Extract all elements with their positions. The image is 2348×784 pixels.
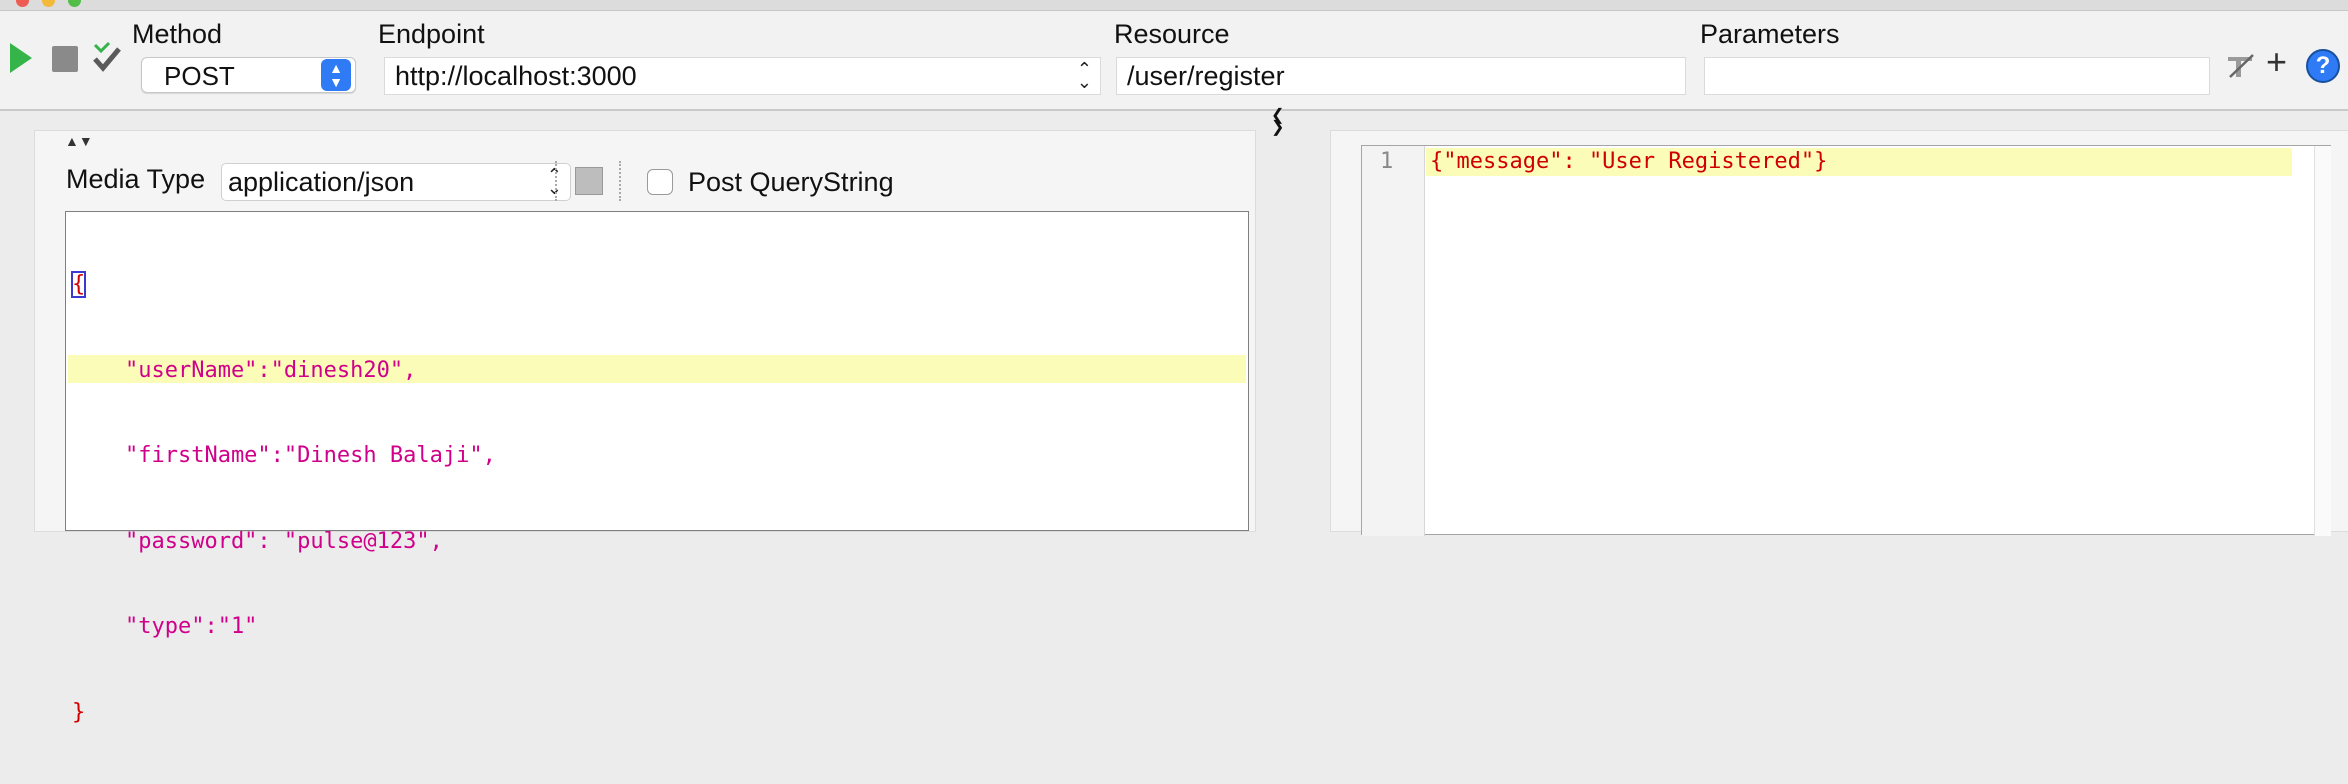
request-body-editor[interactable]: { "userName":"dinesh20", "firstName":"Di… xyxy=(65,211,1249,725)
response-viewer[interactable]: 1 {"message": "User Registered"} xyxy=(1361,145,2331,536)
response-panel: 1 {"message": "User Registered"} xyxy=(1330,130,2348,536)
code-line: "password": "pulse@123", xyxy=(72,528,443,554)
post-querystring-label: Post QueryString xyxy=(688,167,894,197)
divider xyxy=(619,161,621,201)
splitter-collapse-icon[interactable]: ❮ ❯ xyxy=(1271,108,1284,136)
zoom-window-button[interactable] xyxy=(68,0,81,7)
close-window-button[interactable] xyxy=(16,0,29,7)
add-icon[interactable]: + xyxy=(2266,41,2287,83)
resource-label: Resource xyxy=(1114,19,1230,49)
method-dropdown-icon: ▲ ▼ xyxy=(321,59,351,91)
method-label: Method xyxy=(132,19,223,49)
endpoint-label: Endpoint xyxy=(378,19,485,49)
endpoint-field[interactable]: http://localhost:3000 ⌃ ⌄ xyxy=(384,57,1101,95)
request-panel: ▲▼ Media Type application/json ⌃ ⌄ Post Q… xyxy=(34,130,1256,725)
parameters-label: Parameters xyxy=(1700,19,1840,49)
resource-field[interactable]: /user/register xyxy=(1116,57,1686,95)
help-icon[interactable]: ? xyxy=(2306,49,2340,83)
check-icon[interactable] xyxy=(92,41,122,75)
media-type-value: application/json xyxy=(228,167,415,197)
title-bar xyxy=(0,0,2348,11)
code-line: "userName":"dinesh20", xyxy=(72,357,417,383)
format-icon[interactable] xyxy=(575,167,603,195)
parameters-field[interactable] xyxy=(1704,57,2210,95)
post-querystring-checkbox[interactable] xyxy=(647,169,673,195)
method-value: POST xyxy=(164,61,235,91)
code-line: "firstName":"Dinesh Balaji", xyxy=(72,443,496,468)
run-icon[interactable] xyxy=(8,41,34,75)
method-select[interactable]: POST ▲ ▼ xyxy=(141,57,356,93)
media-type-select[interactable]: application/json ⌃ ⌄ xyxy=(221,163,571,201)
response-body-code: {"message": "User Registered"} xyxy=(1430,149,1828,174)
media-type-label: Media Type xyxy=(66,164,206,194)
line-number: 1 xyxy=(1380,149,1394,174)
stop-icon[interactable] xyxy=(52,46,78,72)
code-line: { xyxy=(70,271,87,298)
endpoint-value: http://localhost:3000 xyxy=(395,61,637,91)
line-number-gutter xyxy=(1362,146,1425,536)
endpoint-history-icon[interactable]: ⌃ ⌄ xyxy=(1077,60,1092,91)
response-scrollbar[interactable] xyxy=(2314,146,2331,536)
minimize-window-button[interactable] xyxy=(42,0,55,7)
clear-parameters-icon[interactable] xyxy=(2226,51,2256,81)
code-line: } xyxy=(72,699,86,725)
collapse-toggle-icon[interactable]: ▲▼ xyxy=(65,133,93,149)
request-body-code: { "userName":"dinesh20", "firstName":"Di… xyxy=(70,214,496,784)
resource-value: /user/register xyxy=(1127,61,1285,91)
request-toolbar: Method POST ▲ ▼ Endpoint http://localhost… xyxy=(0,11,2348,111)
divider xyxy=(555,161,557,201)
code-line: "type":"1" xyxy=(72,614,258,639)
